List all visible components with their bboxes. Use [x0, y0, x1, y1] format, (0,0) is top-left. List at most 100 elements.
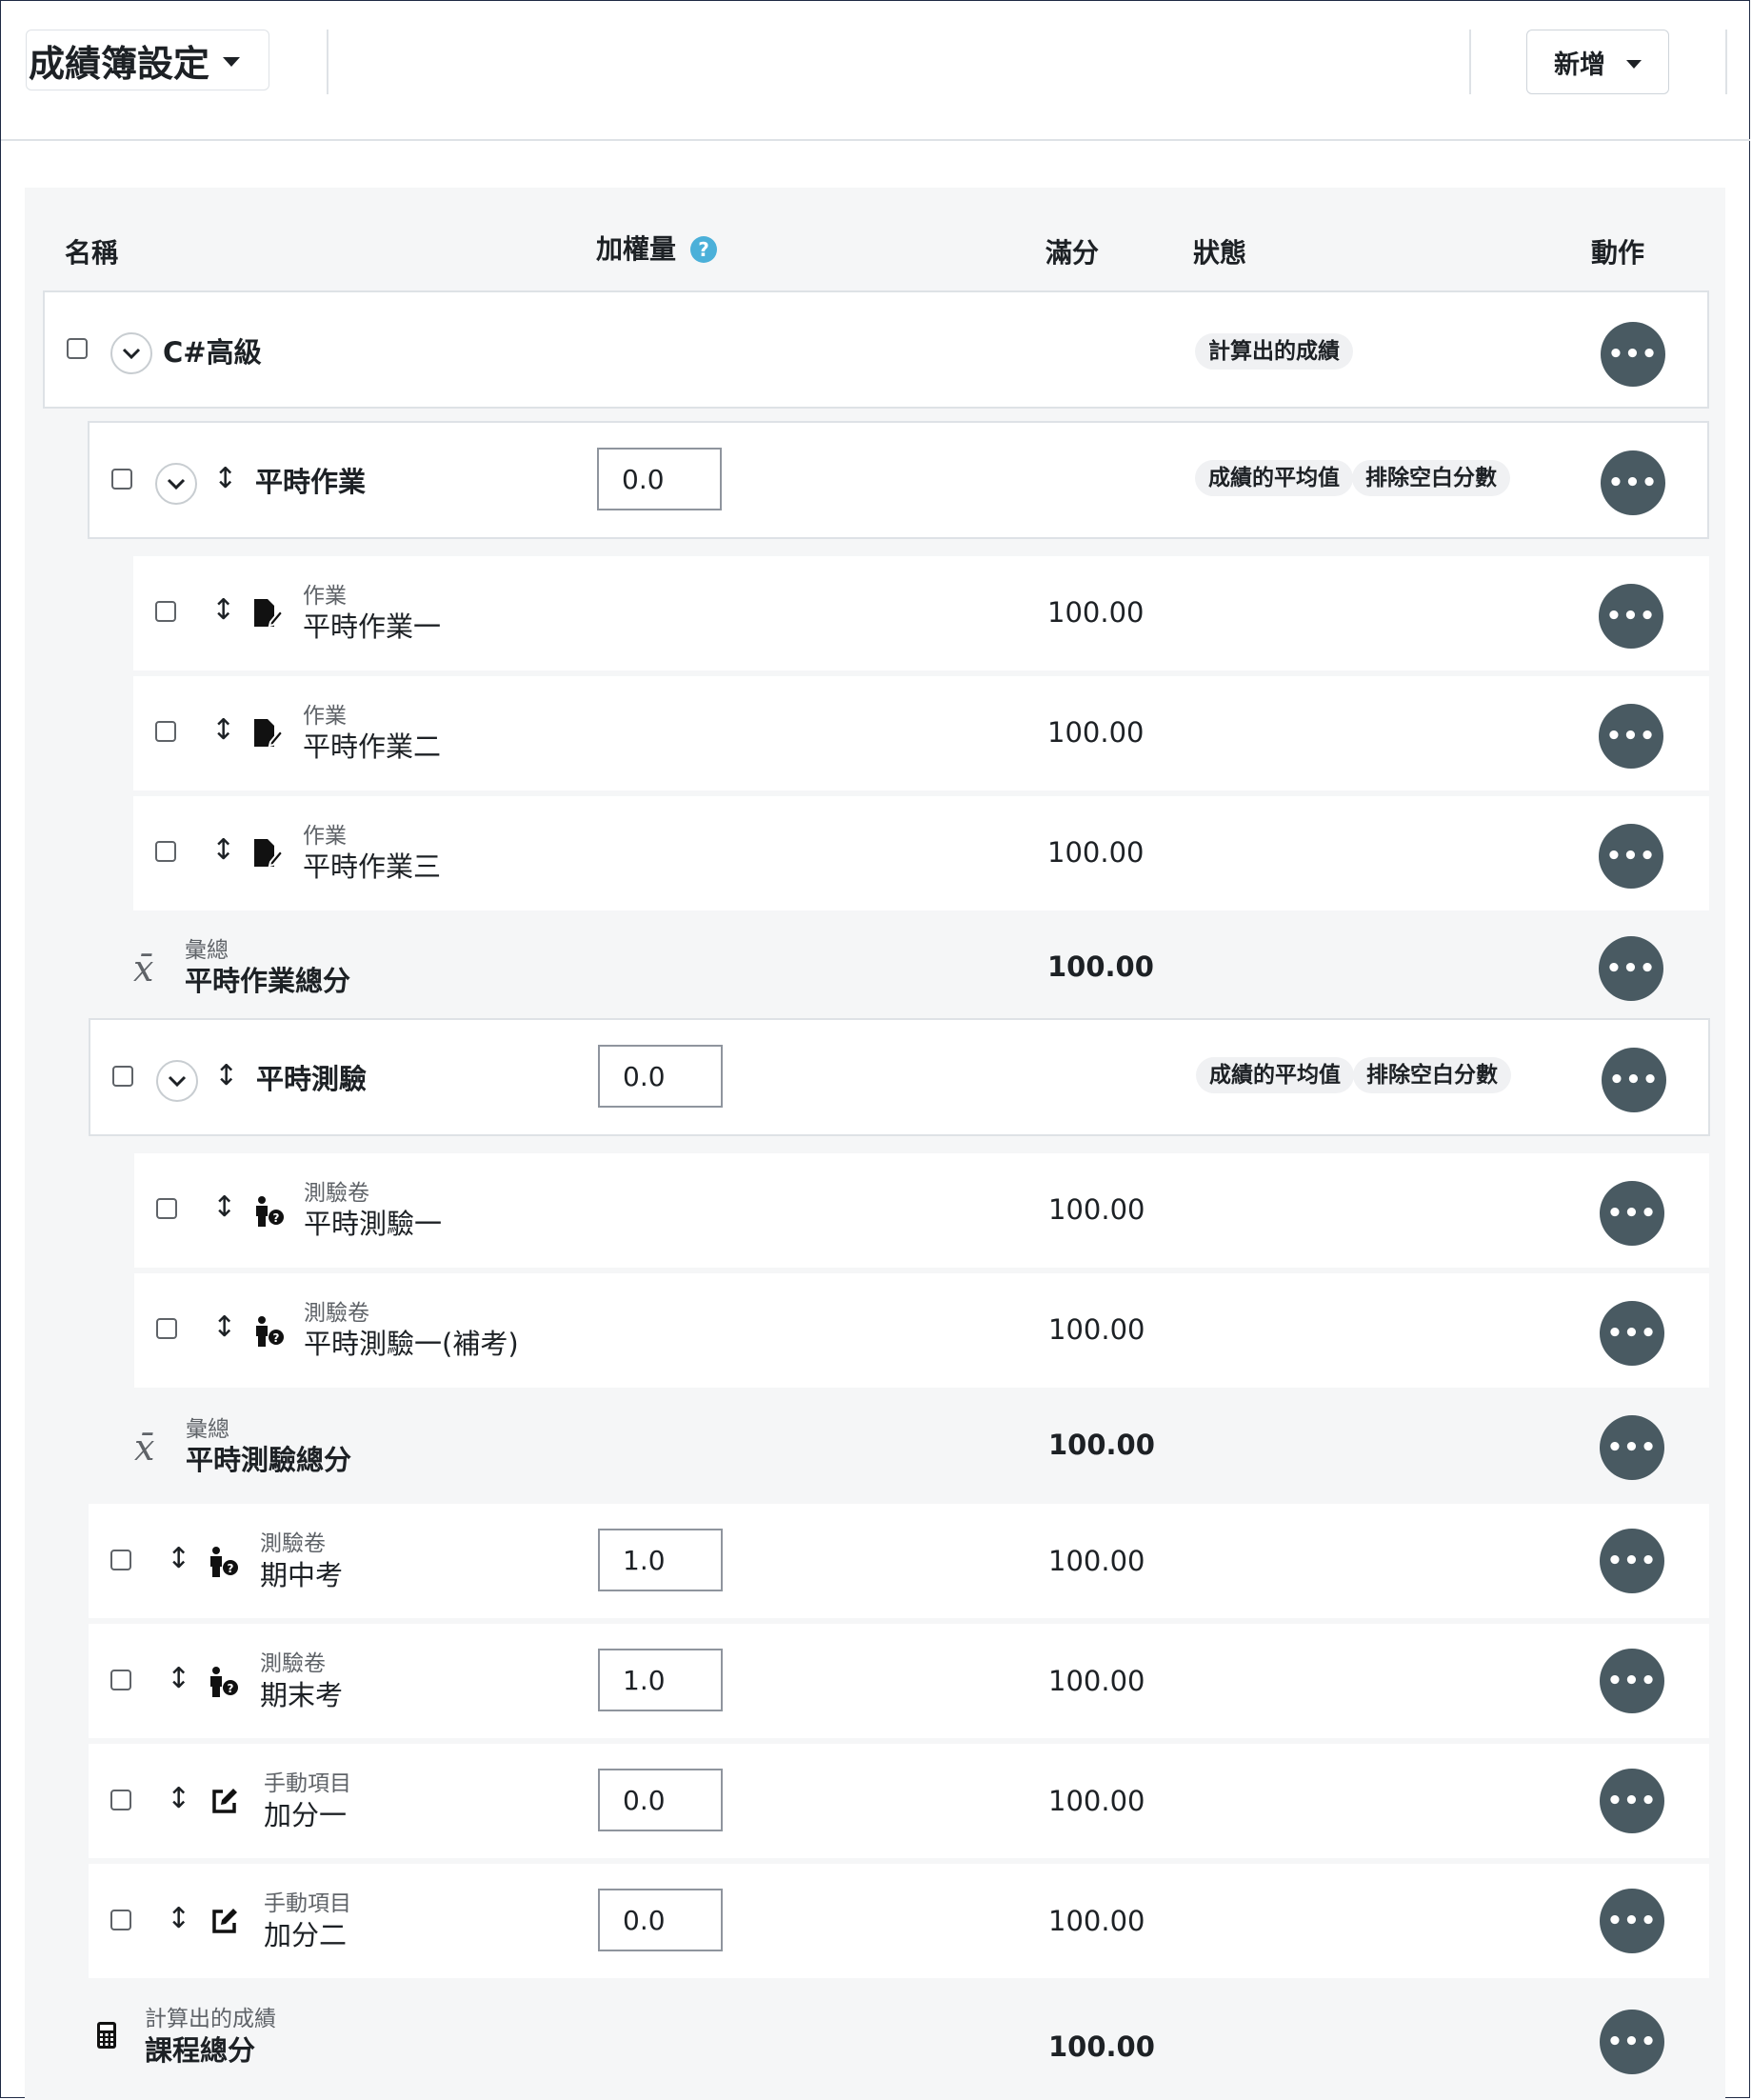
max-grade: 100.00 — [1047, 950, 1154, 983]
weight-input[interactable]: 0.0 — [598, 1889, 723, 1951]
grade-item-row: ↕ ? 測驗卷 期末考 1.0 100.00 ••• — [89, 1624, 1709, 1738]
move-handle-icon[interactable]: ↕ — [213, 465, 237, 493]
actions-menu-button[interactable]: ••• — [1599, 584, 1663, 649]
status-badge: 排除空白分數 — [1353, 1057, 1511, 1094]
category-checkbox[interactable] — [112, 1066, 133, 1087]
add-button-label: 新增 — [1554, 50, 1605, 80]
item-name[interactable]: 平時作業二 — [303, 733, 441, 761]
assignment-icon — [251, 597, 284, 630]
move-handle-icon[interactable]: ↕ — [167, 1665, 190, 1693]
move-handle-icon[interactable]: ↕ — [211, 836, 235, 865]
weight-input[interactable]: 0.0 — [598, 1045, 723, 1108]
course-name: C#高級 — [163, 336, 262, 369]
actions-menu-button[interactable]: ••• — [1600, 1181, 1664, 1246]
item-checkbox[interactable] — [155, 721, 176, 742]
max-grade: 100.00 — [1047, 716, 1145, 749]
move-handle-icon[interactable]: ↕ — [212, 1313, 236, 1342]
max-grade: 100.00 — [1048, 1429, 1155, 1461]
max-grade: 100.00 — [1048, 1313, 1145, 1346]
collapse-chevron-icon[interactable] — [110, 332, 152, 374]
actions-menu-button[interactable]: ••• — [1601, 450, 1665, 515]
course-checkbox[interactable] — [67, 338, 88, 359]
item-checkbox[interactable] — [155, 841, 176, 862]
max-grade: 100.00 — [1047, 596, 1145, 629]
actions-menu-button[interactable]: ••• — [1602, 1048, 1666, 1112]
header-separator — [1, 139, 1750, 141]
item-checkbox[interactable] — [110, 1550, 131, 1570]
header-divider — [327, 30, 328, 94]
actions-menu-button[interactable]: ••• — [1600, 1649, 1664, 1713]
collapse-chevron-icon[interactable] — [156, 1060, 198, 1102]
item-name[interactable]: 期末考 — [260, 1682, 343, 1710]
total-name: 平時測驗總分 — [186, 1444, 352, 1476]
collapse-chevron-icon[interactable] — [155, 463, 197, 505]
weight-input[interactable]: 1.0 — [598, 1649, 723, 1711]
status-badge: 成績的平均值 — [1196, 1057, 1354, 1094]
actions-menu-button[interactable]: ••• — [1600, 2010, 1664, 2074]
page-title: 成績簿設定 — [29, 42, 210, 85]
actions-menu-button[interactable]: ••• — [1600, 1529, 1664, 1593]
move-handle-icon[interactable]: ↕ — [167, 1545, 190, 1573]
calculator-icon — [96, 2021, 117, 2050]
actions-menu-button[interactable]: ••• — [1601, 322, 1665, 387]
move-handle-icon[interactable]: ↕ — [211, 596, 235, 625]
grade-item-row: ↕ ? 測驗卷 期中考 1.0 100.00 ••• — [89, 1504, 1709, 1618]
category-row: ↕ 平時測驗 0.0 成績的平均值 排除空白分數 ••• — [89, 1018, 1710, 1136]
status-badge: 成績的平均值 — [1195, 460, 1353, 497]
column-header-weight: 加權量 — [596, 233, 677, 265]
weight-input[interactable]: 0.0 — [598, 1769, 723, 1831]
item-name[interactable]: 加分二 — [264, 1922, 347, 1950]
move-handle-icon[interactable]: ↕ — [214, 1062, 238, 1090]
item-name[interactable]: 平時測驗一(補考) — [304, 1330, 519, 1358]
move-handle-icon[interactable]: ↕ — [167, 1785, 190, 1813]
item-type: 測驗卷 — [260, 1651, 326, 1676]
move-handle-icon[interactable]: ↕ — [212, 1193, 236, 1222]
mean-icon: x̄ — [133, 948, 154, 990]
add-button[interactable]: 新增 — [1526, 30, 1669, 94]
weight-input[interactable]: 1.0 — [598, 1529, 723, 1591]
actions-menu-button[interactable]: ••• — [1600, 1889, 1664, 1953]
item-checkbox[interactable] — [110, 1790, 131, 1810]
gradebook-setup-dropdown[interactable]: 成績簿設定 — [26, 30, 269, 90]
item-name[interactable]: 平時測驗一 — [304, 1210, 442, 1238]
svg-text:?: ? — [228, 1682, 234, 1695]
total-name: 平時作業總分 — [185, 965, 351, 997]
quiz-icon: ? — [207, 1666, 239, 1698]
actions-menu-button[interactable]: ••• — [1599, 704, 1663, 769]
item-name[interactable]: 平時作業一 — [303, 613, 441, 641]
category-checkbox[interactable] — [111, 469, 132, 490]
item-type: 作業 — [303, 584, 347, 609]
svg-text:?: ? — [273, 1211, 280, 1225]
actions-menu-button[interactable]: ••• — [1599, 936, 1663, 1001]
actions-menu-button[interactable]: ••• — [1600, 1769, 1664, 1833]
item-type: 測驗卷 — [260, 1531, 326, 1556]
category-name: 平時測驗 — [256, 1063, 368, 1095]
move-handle-icon[interactable]: ↕ — [211, 716, 235, 745]
actions-menu-button[interactable]: ••• — [1599, 824, 1663, 889]
item-checkbox[interactable] — [155, 601, 176, 622]
column-header-status: 狀態 — [1193, 237, 1247, 269]
weight-input[interactable]: 0.0 — [597, 448, 722, 510]
item-type: 作業 — [303, 704, 347, 729]
svg-text:?: ? — [228, 1562, 234, 1575]
help-icon[interactable]: ? — [690, 236, 717, 263]
item-checkbox[interactable] — [156, 1198, 177, 1219]
item-type: 彙總 — [185, 938, 229, 963]
item-name[interactable]: 平時作業三 — [303, 853, 441, 881]
item-type: 計算出的成績 — [145, 2007, 276, 2031]
header-divider — [1725, 30, 1727, 94]
grade-item-row: ↕ 手動項目 加分一 0.0 100.00 ••• — [89, 1744, 1709, 1858]
item-checkbox[interactable] — [156, 1318, 177, 1339]
actions-menu-button[interactable]: ••• — [1600, 1415, 1664, 1480]
caret-down-icon — [1626, 59, 1642, 69]
item-name[interactable]: 加分一 — [264, 1802, 347, 1830]
caret-down-icon — [223, 57, 241, 67]
move-handle-icon[interactable]: ↕ — [167, 1905, 190, 1933]
category-row: ↕ 平時作業 0.0 成績的平均值 排除空白分數 ••• — [88, 421, 1709, 539]
item-checkbox[interactable] — [110, 1910, 131, 1930]
mean-icon: x̄ — [134, 1427, 155, 1469]
item-name[interactable]: 期中考 — [260, 1562, 343, 1590]
item-checkbox[interactable] — [110, 1670, 131, 1690]
manual-edit-icon — [210, 1907, 239, 1935]
actions-menu-button[interactable]: ••• — [1600, 1301, 1664, 1366]
